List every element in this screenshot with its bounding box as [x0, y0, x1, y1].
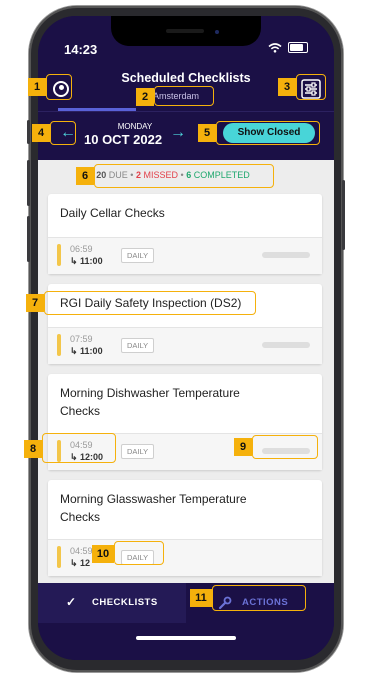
progress-bar	[262, 342, 310, 348]
card-footer: 07:59 ↳ 11:00 DAILY	[48, 327, 322, 364]
thermometer-icon	[57, 546, 61, 568]
speaker	[166, 29, 204, 33]
card-title: Daily Cellar Checks	[60, 206, 165, 220]
progress-bar	[262, 252, 310, 258]
notch	[111, 16, 261, 46]
checklist-list[interactable]: 20 DUE • 2 MISSED • 6 COMPLETED Daily Ce…	[38, 160, 334, 583]
callout-highlight	[252, 435, 318, 459]
callout-badge: 4	[32, 124, 50, 142]
callout-highlight	[212, 585, 306, 611]
due-time: ↳ 12	[70, 558, 91, 568]
callout-badge: 11	[190, 589, 212, 607]
frequency-badge: DAILY	[121, 338, 155, 353]
frequency-badge: DAILY	[121, 248, 155, 263]
nav-checklists[interactable]: ✓ CHECKLISTS	[38, 583, 186, 623]
due-time-value: 11:00	[80, 346, 103, 356]
callout-badge: 10	[92, 545, 114, 563]
card-title: Morning Dishwasher Temperature Checks	[60, 386, 240, 418]
callout-highlight	[296, 74, 326, 100]
frequency-badge: DAILY	[121, 444, 155, 459]
callout-highlight	[50, 121, 76, 145]
phone-volume-down	[27, 216, 30, 262]
callout-highlight	[42, 433, 116, 463]
nav-checklists-label: CHECKLISTS	[92, 597, 158, 608]
thermometer-icon	[57, 244, 61, 266]
start-time: 04:59	[70, 546, 93, 556]
due-time: ↳ 11:00	[70, 346, 103, 356]
current-date: 10 OCT 2022	[84, 132, 163, 147]
home-indicator[interactable]	[136, 636, 236, 640]
callout-highlight	[114, 541, 164, 565]
card-footer: 06:59 ↳ 11:00 DAILY	[48, 237, 322, 274]
start-time: 07:59	[70, 334, 93, 344]
callout-highlight	[94, 164, 274, 188]
thermometer-icon	[57, 334, 61, 356]
callout-badge: 3	[278, 78, 296, 96]
due-time-value: 11:00	[80, 256, 103, 266]
start-time: 06:59	[70, 244, 93, 254]
arrow-right-icon[interactable]: →	[170, 124, 186, 142]
battery-icon	[288, 42, 308, 53]
callout-badge: 2	[136, 88, 154, 106]
callout-badge: 5	[198, 124, 216, 142]
app-screen: 14:23 Scheduled Checklists Amsterdam ← M…	[38, 16, 334, 660]
callout-badge: 6	[76, 167, 94, 185]
camera	[215, 30, 219, 34]
callout-badge: 1	[28, 78, 46, 96]
status-icons	[268, 42, 308, 53]
status-time: 14:23	[64, 42, 98, 57]
due-time: ↳ 11:00	[70, 256, 103, 266]
callout-highlight	[216, 121, 320, 145]
phone-volume-up	[27, 160, 30, 206]
callout-badge: 7	[26, 294, 44, 312]
checklist-card[interactable]: Morning Glasswasher Temperature Checks 0…	[48, 480, 322, 576]
checkmark-icon: ✓	[66, 595, 77, 609]
due-time-value: 12	[80, 558, 91, 568]
wifi-icon	[268, 42, 282, 53]
callout-badge: 9	[234, 438, 252, 456]
callout-badge: 8	[24, 440, 42, 458]
checklist-card[interactable]: Daily Cellar Checks 06:59 ↳ 11:00 DAILY	[48, 194, 322, 274]
callout-highlight	[46, 74, 72, 100]
callout-highlight	[44, 291, 256, 315]
card-footer: 04:59 ↳ 12 DAILY	[48, 539, 322, 576]
card-title: Morning Glasswasher Temperature Checks	[60, 492, 247, 524]
phone-mute-switch	[27, 120, 30, 144]
callout-highlight	[154, 86, 214, 106]
day-name: MONDAY	[117, 122, 153, 131]
phone-power-button	[342, 180, 345, 250]
